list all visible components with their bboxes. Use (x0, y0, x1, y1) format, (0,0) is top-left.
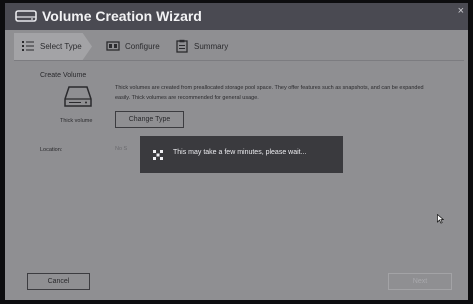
storage-icon (15, 10, 37, 22)
wizard-title: Volume Creation Wizard (42, 8, 202, 24)
sliders-icon (106, 41, 120, 51)
location-label: Location: (40, 147, 63, 153)
clipboard-icon (176, 39, 188, 53)
loading-spinner-icon (153, 150, 163, 160)
loading-message: This may take a few minutes, please wait… (173, 149, 307, 156)
loading-dialog: This may take a few minutes, please wait… (140, 136, 343, 173)
change-type-button[interactable]: Change Type (115, 111, 184, 128)
volume-type-label: Thick volume (60, 118, 93, 124)
hard-drive-icon (64, 86, 92, 107)
close-icon[interactable]: × (458, 5, 464, 17)
next-button[interactable]: Next (388, 273, 452, 290)
cancel-button[interactable]: Cancel (27, 273, 90, 290)
step-bar: Select Type Configure Summary (5, 33, 468, 60)
mouse-cursor-icon (437, 214, 444, 224)
step-divider (14, 60, 464, 61)
step-label: Summary (194, 42, 229, 51)
step-label: Configure (125, 42, 160, 51)
section-title: Create Volume (40, 72, 87, 79)
list-icon (22, 41, 34, 51)
step-label: Select Type (40, 42, 82, 51)
title-bar: Volume Creation Wizard × (5, 3, 468, 30)
volume-description: Thick volumes are created from prealloca… (115, 85, 424, 101)
wizard-window: Volume Creation Wizard × Select Type Con… (5, 3, 468, 300)
